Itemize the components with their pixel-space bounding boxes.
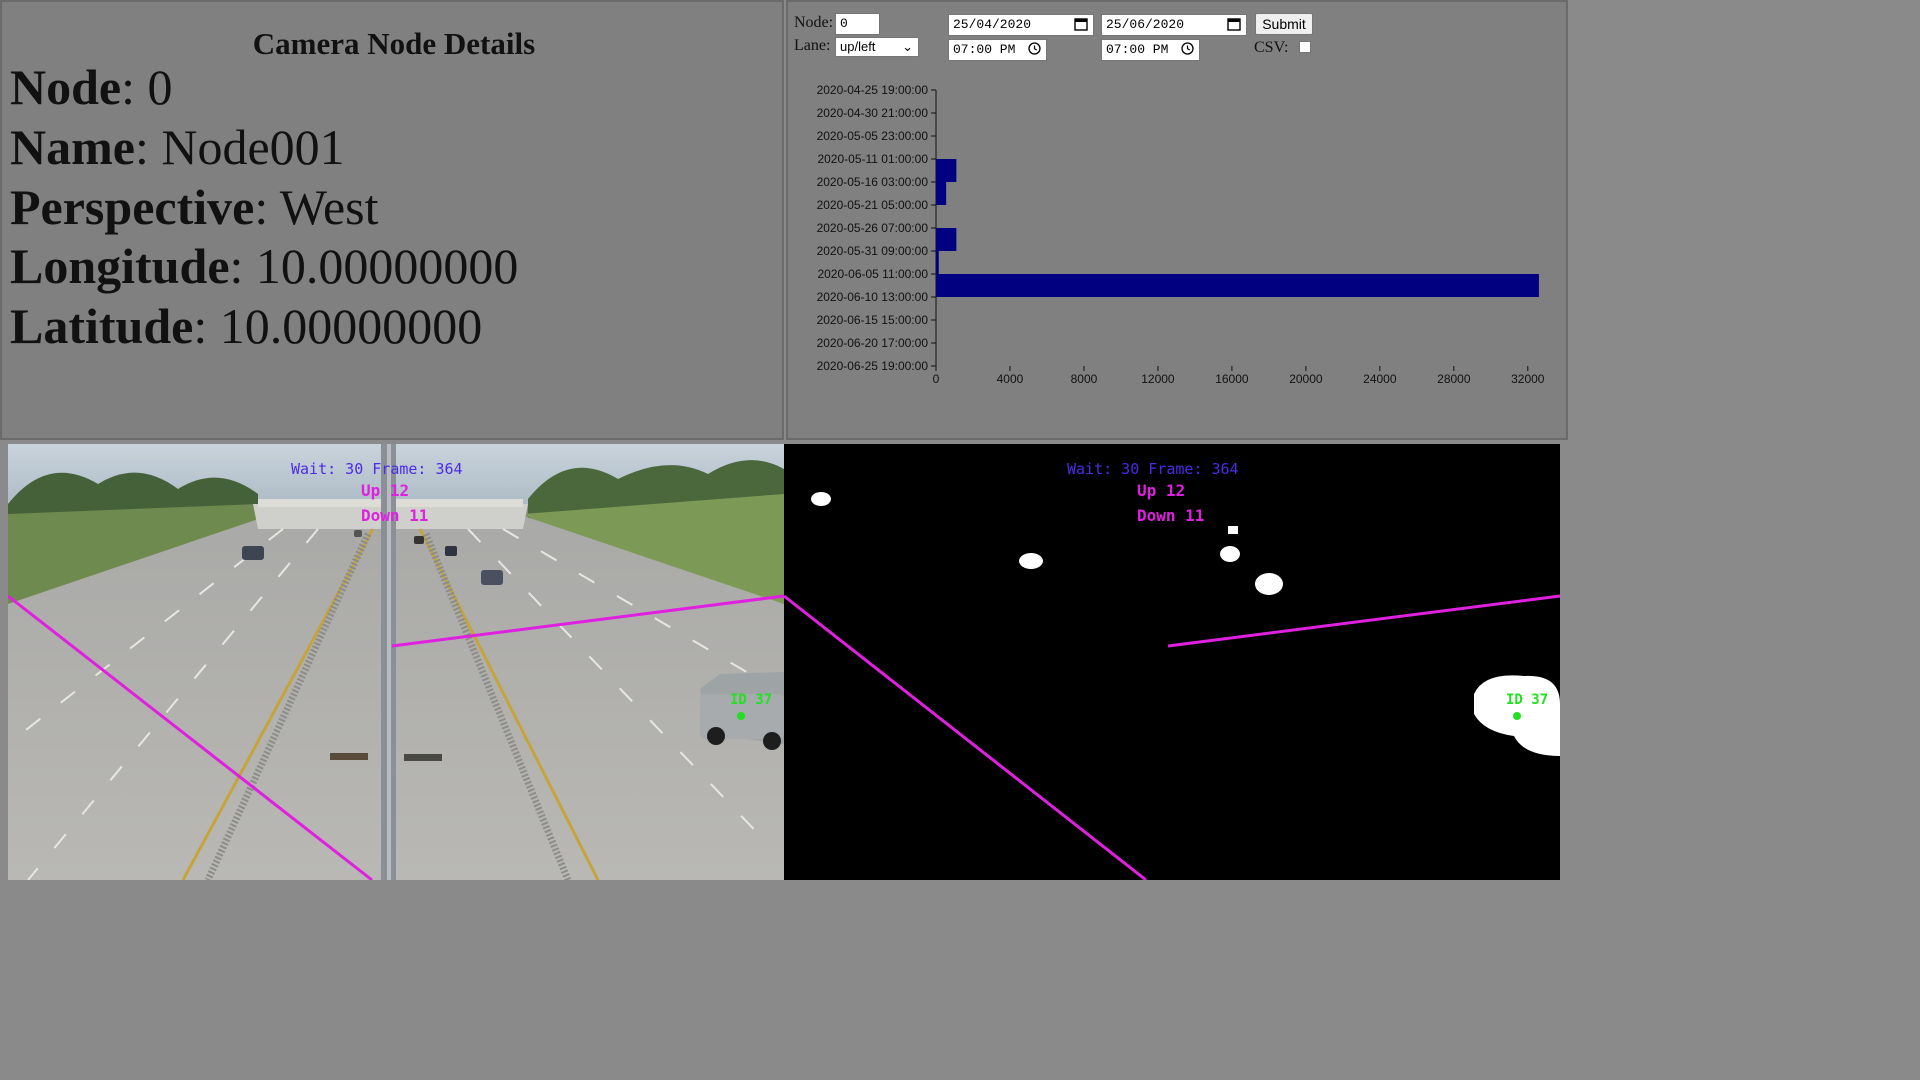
- bar: [936, 159, 957, 182]
- detail-latitude-label: Latitude: [10, 298, 194, 354]
- detail-longitude-label: Longitude: [10, 238, 230, 294]
- foreground-mask-feed: Wait: 30 Frame: 364 Up 12 Down 11 ID 37: [784, 444, 1560, 880]
- y-tick-label: 2020-05-21 05:00:00: [817, 198, 929, 212]
- query-chart-panel: Node: 0 Lane: up/left ⌄ 25/04/2020 07:00…: [786, 0, 1568, 440]
- detail-perspective-value: : West: [254, 179, 379, 235]
- y-tick-label: 2020-06-15 15:00:00: [817, 313, 929, 327]
- y-tick-label: 2020-04-30 21:00:00: [817, 106, 929, 120]
- frame-wait-text: Wait: 30 Frame: 364: [291, 460, 463, 478]
- bar: [936, 251, 939, 274]
- detail-perspective: Perspective: West: [10, 182, 379, 232]
- bar: [936, 182, 947, 205]
- detail-latitude-value: : 10.00000000: [193, 298, 483, 354]
- y-tick-label: 2020-06-05 11:00:00: [817, 267, 928, 281]
- y-tick-label: 2020-06-25 19:00:00: [817, 359, 929, 373]
- y-tick-label: 2020-05-26 07:00:00: [817, 221, 929, 235]
- detail-node: Node: 0: [10, 62, 173, 112]
- camera-video-feed: Wait: 30 Frame: 364 Up 12 Down 11 ID 37: [8, 444, 784, 880]
- x-tick-label: 0: [933, 372, 940, 386]
- y-tick-label: 2020-05-11 01:00:00: [817, 152, 928, 166]
- y-tick-label: 2020-04-25 19:00:00: [817, 83, 929, 97]
- x-tick-label: 32000: [1511, 372, 1545, 386]
- detail-node-label: Node: [10, 59, 122, 115]
- x-tick-label: 8000: [1071, 372, 1098, 386]
- up-count-text: Up 12: [361, 481, 410, 500]
- x-tick-label: 4000: [997, 372, 1024, 386]
- y-tick-label: 2020-05-16 03:00:00: [817, 175, 929, 189]
- detail-perspective-label: Perspective: [10, 179, 255, 235]
- camera-node-details-panel: Camera Node Details Node: 0 Name: Node00…: [0, 0, 784, 440]
- x-tick-label: 20000: [1289, 372, 1323, 386]
- detail-latitude: Latitude: 10.00000000: [10, 301, 482, 351]
- detail-longitude-value: : 10.00000000: [229, 238, 519, 294]
- details-title: Camera Node Details: [252, 26, 536, 61]
- bar: [936, 274, 1539, 297]
- traffic-count-chart: 2020-04-25 19:00:00 2020-04-30 21:00:00 20…: [817, 83, 1545, 386]
- y-tick-label: 2020-06-10 13:00:00: [817, 290, 929, 304]
- detail-name: Name: Node001: [10, 122, 345, 172]
- detail-node-value: : 0: [121, 59, 173, 115]
- x-tick-label: 24000: [1363, 372, 1397, 386]
- detail-name-label: Name: [10, 119, 135, 175]
- detail-longitude: Longitude: 10.00000000: [10, 241, 518, 291]
- y-tick-label: 2020-06-20 17:00:00: [817, 336, 929, 350]
- vehicle-id-text: ID 37: [730, 692, 773, 708]
- y-tick-label: 2020-05-31 09:00:00: [817, 244, 929, 258]
- frame-wait-text: Wait: 30 Frame: 364: [1067, 460, 1239, 478]
- down-count-text: Down 11: [361, 506, 429, 525]
- x-tick-label: 12000: [1141, 372, 1175, 386]
- x-tick-label: 28000: [1437, 372, 1471, 386]
- detail-name-value: : Node001: [134, 119, 345, 175]
- bar: [936, 228, 957, 251]
- down-count-text: Down 11: [1137, 506, 1205, 525]
- up-count-text: Up 12: [1137, 481, 1186, 500]
- vehicle-id-text: ID 37: [1506, 692, 1549, 708]
- y-tick-label: 2020-05-05 23:00:00: [817, 129, 929, 143]
- x-tick-label: 16000: [1215, 372, 1249, 386]
